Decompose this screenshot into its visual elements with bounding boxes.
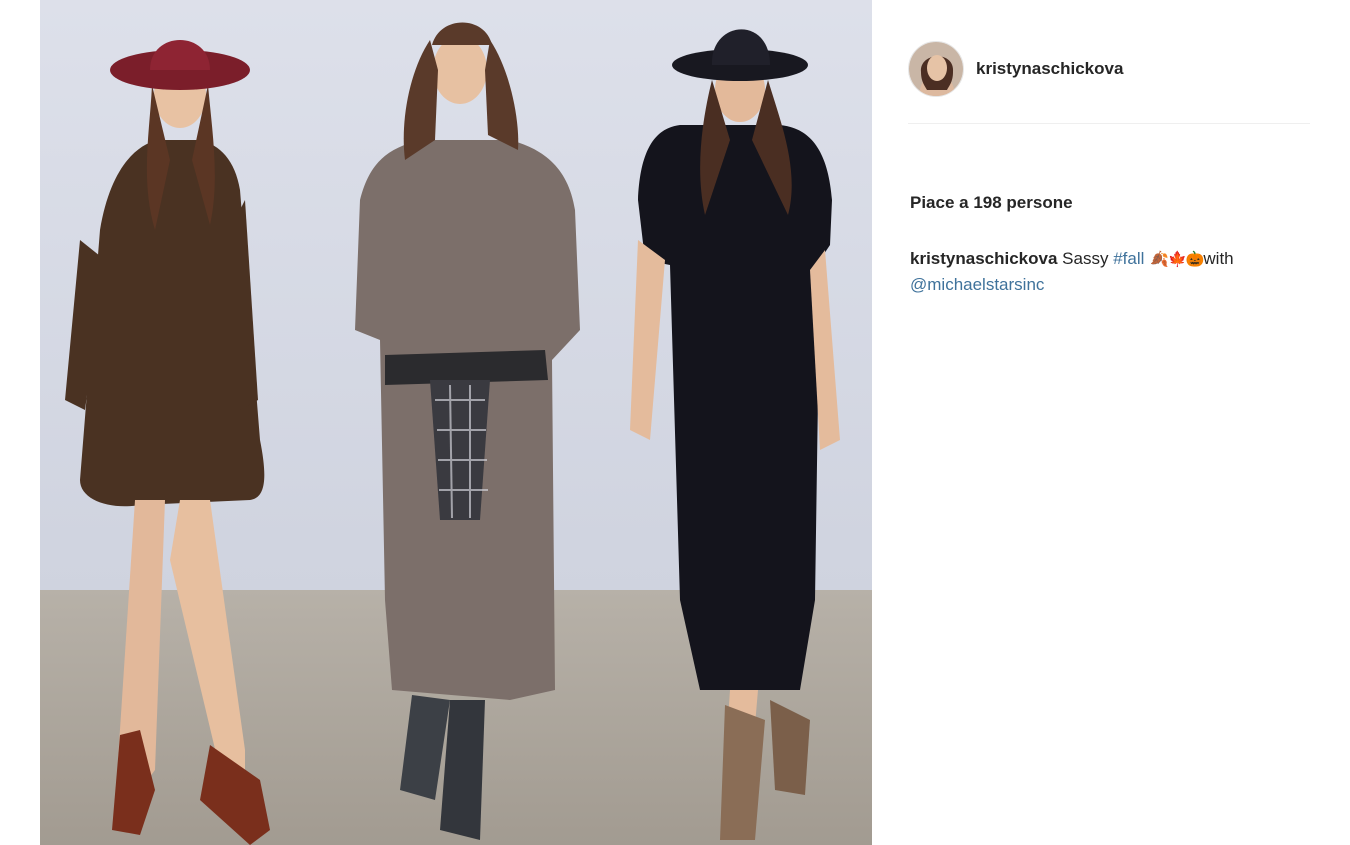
caption-username[interactable]: kristynaschickova — [910, 249, 1057, 268]
caption-text-after: with — [1203, 249, 1234, 268]
post-author-username[interactable]: kristynaschickova — [976, 59, 1123, 79]
post-sidebar: kristynaschickova Piace a 198 persone kr… — [908, 0, 1310, 845]
likes-count[interactable]: Piace a 198 persone — [910, 193, 1073, 213]
profile-photo-icon — [909, 42, 963, 96]
post-header: kristynaschickova — [908, 40, 1310, 98]
autumn-emoji-icon: 🍂🍁🎃 — [1150, 251, 1204, 268]
fashion-photo-illustration — [40, 0, 872, 845]
post-photo[interactable] — [40, 0, 872, 845]
avatar[interactable] — [908, 41, 964, 97]
mention-link[interactable]: @michaelstarsinc — [910, 275, 1044, 294]
instagram-post: kristynaschickova Piace a 198 persone kr… — [0, 0, 1350, 845]
header-divider — [908, 123, 1310, 124]
caption-text-before: Sassy — [1062, 249, 1109, 268]
hashtag-link[interactable]: #fall — [1113, 249, 1144, 268]
post-caption: kristynaschickova Sassy #fall 🍂🍁🎃with @mi… — [910, 246, 1308, 297]
